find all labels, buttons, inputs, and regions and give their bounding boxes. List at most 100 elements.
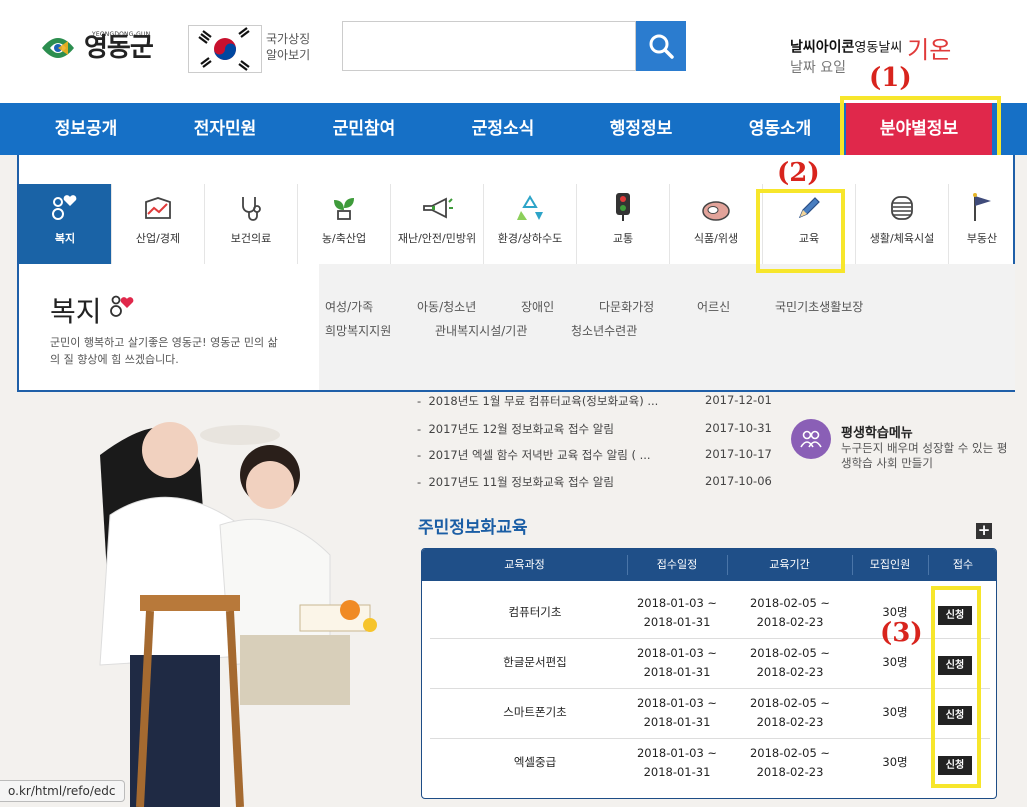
submenu-link-multicultural[interactable]: 다문화가정 bbox=[599, 298, 654, 315]
lifelong-learning-title[interactable]: 평생학습메뉴 bbox=[841, 422, 913, 441]
more-button[interactable]: + bbox=[976, 523, 992, 539]
category-facilities[interactable]: 생활/체육시설 bbox=[856, 184, 949, 264]
submenu-intro: 복지 군민이 행복하고 살기좋은 영동군! 영동군 민의 삶의 질 향상에 힘 … bbox=[19, 264, 319, 390]
category-disaster[interactable]: 재난/안전/민방위 bbox=[391, 184, 484, 264]
course-name: 한글문서편집 bbox=[503, 655, 567, 669]
education-table: 교육과정 접수일정 교육기간 모집인원 접수 컴퓨터기초 2018-01-03 … bbox=[421, 548, 997, 799]
column-header-capacity: 모집인원 bbox=[869, 558, 911, 571]
submenu-links: 여성/가족 아동/청소년 장애인 다문화가정 어르신 국민기초생활보장 희망복지… bbox=[319, 264, 1015, 390]
period-start: 2018-02-05 ~ bbox=[749, 696, 831, 710]
course-name: 스마트폰기초 bbox=[503, 705, 567, 719]
registration-start: 2018-01-03 ~ bbox=[636, 646, 718, 660]
registration-end: 2018-01-31 bbox=[643, 615, 711, 629]
nav-item-civil-petition[interactable]: 전자민원 bbox=[165, 103, 285, 155]
submenu-link-youth-center[interactable]: 청소년수련관 bbox=[571, 322, 637, 339]
welfare-icon bbox=[19, 184, 111, 226]
submenu-link-basic-livelihood[interactable]: 국민기초생활보장 bbox=[775, 298, 863, 315]
submenu-link-youth[interactable]: 아동/청소년 bbox=[417, 298, 476, 315]
logo-name: 영동군 bbox=[84, 33, 154, 63]
nav-item-admin-info[interactable]: 행정정보 bbox=[581, 103, 701, 155]
category-welfare[interactable]: 복지 bbox=[19, 184, 112, 272]
registration-end: 2018-01-31 bbox=[643, 665, 711, 679]
logo-mark-icon bbox=[42, 38, 74, 58]
column-header-period: 교육기간 bbox=[769, 558, 810, 571]
category-agriculture[interactable]: 농/축산업 bbox=[298, 184, 391, 264]
section-title-education: 주민정보화교육 bbox=[418, 518, 528, 538]
search-input[interactable] bbox=[342, 21, 636, 71]
registration-start: 2018-01-03 ~ bbox=[636, 596, 718, 610]
search-icon bbox=[649, 34, 674, 59]
period-start: 2018-02-05 ~ bbox=[749, 646, 831, 660]
column-header-apply: 접수 bbox=[952, 558, 974, 571]
annotation-1: (1) bbox=[869, 63, 912, 93]
people-icon bbox=[800, 430, 822, 448]
table-header: 교육과정 접수일정 교육기간 모집인원 접수 bbox=[422, 549, 996, 581]
period-start: 2018-02-05 ~ bbox=[749, 746, 831, 760]
submenu-link-women-family[interactable]: 여성/가족 bbox=[325, 298, 373, 315]
period-start: 2018-02-05 ~ bbox=[749, 596, 831, 610]
category-real-estate[interactable]: 부동산 bbox=[949, 184, 1015, 264]
period-end: 2018-02-23 bbox=[756, 615, 824, 629]
course-name: 엑셀중급 bbox=[513, 755, 557, 769]
weather-icon-label: 날씨아이콘 bbox=[790, 39, 855, 56]
category-industry[interactable]: 산업/경제 bbox=[112, 184, 205, 264]
period-end: 2018-02-23 bbox=[756, 665, 824, 679]
nav-item-news[interactable]: 군정소식 bbox=[443, 103, 563, 155]
flag-icon bbox=[949, 184, 1015, 226]
registration-end: 2018-01-31 bbox=[643, 715, 711, 729]
search-button[interactable] bbox=[636, 21, 686, 71]
news-item[interactable]: - 2017년도 11월 정보화교육 접수 알림 bbox=[417, 474, 614, 490]
national-symbol-link[interactable]: 국가상징 알아보기 bbox=[266, 31, 310, 63]
field-info-dropdown: 복지 산업/경제 보건의료 농/축산업 재난/안전/민방위 환경/상하수도 교통… bbox=[17, 155, 1015, 392]
registration-start: 2018-01-03 ~ bbox=[636, 746, 718, 760]
registration-start: 2018-01-03 ~ bbox=[636, 696, 718, 710]
nav-item-info-disclosure[interactable]: 정보공개 bbox=[26, 103, 146, 155]
status-bar-url: o.kr/html/refo/edc bbox=[0, 780, 125, 802]
megaphone-icon bbox=[391, 184, 483, 226]
submenu-link-hope-welfare[interactable]: 희망복지지원 bbox=[325, 322, 391, 339]
news-item[interactable]: - 2018년도 1월 무료 컴퓨터교육(정보화교육) ... bbox=[417, 393, 658, 409]
table-row: 스마트폰기초 2018-01-03 ~ 2018-01-31 2018-02-0… bbox=[430, 689, 990, 739]
category-traffic[interactable]: 교통 bbox=[577, 184, 670, 264]
category-food[interactable]: 식품/위생 bbox=[670, 184, 763, 264]
logo-subtitle: YEONGDONG-GUN bbox=[92, 31, 151, 38]
industry-chart-icon bbox=[112, 184, 204, 226]
nav-item-participation[interactable]: 군민참여 bbox=[304, 103, 424, 155]
lifelong-learning-icon[interactable] bbox=[791, 419, 831, 459]
news-date: 2017-10-06 bbox=[705, 474, 772, 488]
news-date: 2017-10-17 bbox=[705, 447, 772, 461]
submenu-link-seniors[interactable]: 어르신 bbox=[697, 298, 730, 315]
submenu-link-welfare-facilities[interactable]: 관내복지시설/기관 bbox=[435, 322, 527, 339]
hero-photo-people bbox=[99, 422, 377, 807]
highlight-box-3 bbox=[931, 586, 981, 788]
submenu-title: 복지 bbox=[50, 295, 102, 328]
category-environment[interactable]: 환경/상하수도 bbox=[484, 184, 577, 264]
table-row: 엑셀중급 2018-01-03 ~ 2018-01-31 2018-02-05 … bbox=[430, 739, 990, 789]
weather-date: 날짜 요일 bbox=[790, 60, 846, 76]
capacity: 30명 bbox=[882, 705, 908, 719]
period-end: 2018-02-23 bbox=[756, 765, 824, 779]
news-item[interactable]: - 2017년도 12월 정보화교육 접수 알림 bbox=[417, 421, 614, 437]
capacity: 30명 bbox=[882, 655, 908, 669]
recycle-icon bbox=[484, 184, 576, 226]
facility-icon bbox=[856, 184, 948, 226]
news-item[interactable]: - 2017년 엑셀 함수 저녁반 교육 접수 알림 ( ... bbox=[417, 447, 651, 463]
highlight-box-2 bbox=[756, 189, 845, 273]
news-date: 2017-10-31 bbox=[705, 421, 772, 435]
category-health[interactable]: 보건의료 bbox=[205, 184, 298, 264]
lifelong-learning-description: 누구든지 배우며 성장할 수 있는 평생학습 사회 만들기 bbox=[841, 441, 1008, 470]
traffic-light-icon bbox=[577, 184, 669, 226]
annotation-3: (3) bbox=[880, 618, 923, 648]
submenu-link-disabled[interactable]: 장애인 bbox=[521, 298, 554, 315]
weather-city: 영동날씨 bbox=[854, 40, 903, 56]
nav-item-about[interactable]: 영동소개 bbox=[720, 103, 840, 155]
course-name: 컴퓨터기초 bbox=[508, 605, 562, 619]
capacity: 30명 bbox=[882, 755, 908, 769]
registration-end: 2018-01-31 bbox=[643, 765, 711, 779]
sprout-icon bbox=[298, 184, 390, 226]
national-flag[interactable] bbox=[188, 25, 262, 73]
column-header-registration: 접수일정 bbox=[656, 558, 698, 571]
weather-temp: 기온 bbox=[907, 36, 952, 64]
meat-icon bbox=[670, 184, 762, 226]
welfare-heart-icon bbox=[110, 295, 134, 317]
